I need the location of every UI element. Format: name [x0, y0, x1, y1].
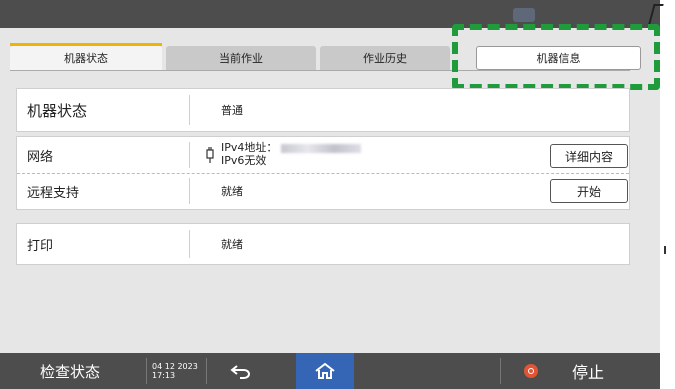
tab-current-jobs[interactable]: 当前作业 — [166, 46, 316, 70]
row-divider — [189, 95, 190, 125]
network-plug-icon — [206, 147, 214, 163]
date-text: 04 12 2023 — [152, 362, 198, 371]
stop-label: 停止 — [572, 363, 605, 382]
ipv6-label: IPv6无效 — [221, 154, 267, 167]
row-divider — [189, 230, 190, 258]
stop-icon[interactable] — [524, 364, 538, 378]
print-row: 打印 就绪 — [17, 224, 629, 264]
tab-label: 机器状态 — [64, 52, 108, 65]
back-button[interactable] — [230, 353, 252, 389]
stop-button[interactable]: 停止 — [572, 353, 604, 389]
bottom-separator — [500, 358, 501, 384]
row-divider — [189, 142, 190, 168]
start-button[interactable]: 开始 — [550, 179, 628, 203]
tab-label: 作业历史 — [363, 52, 407, 65]
datetime: 04 12 2023 17:13 — [152, 353, 198, 389]
network-card: 网络 IPv4地址： IPv6无效 详细内容 远程支持 就绪 开始 — [16, 136, 630, 210]
network-row: 网络 IPv4地址： IPv6无效 详细内容 — [17, 137, 629, 173]
bottom-separator — [206, 358, 207, 384]
row-divider — [189, 178, 190, 204]
remote-support-label: 远程支持 — [27, 185, 80, 201]
home-icon — [315, 362, 335, 379]
ipv4-label: IPv4地址： — [221, 141, 278, 154]
tab-label: 当前作业 — [219, 52, 263, 65]
time-text: 17:13 — [152, 371, 176, 380]
network-label: 网络 — [27, 149, 54, 165]
machine-status-value: 普通 — [221, 104, 243, 117]
active-tab-indicator — [10, 43, 162, 46]
machine-status-label: 机器状态 — [27, 101, 88, 120]
details-button[interactable]: 详细内容 — [550, 144, 628, 168]
tab-machine-status[interactable]: 机器状态 — [10, 43, 162, 70]
bottom-separator — [146, 358, 147, 384]
home-button[interactable] — [296, 353, 354, 389]
print-card: 打印 就绪 — [16, 223, 630, 265]
print-label: 打印 — [27, 238, 54, 254]
highlight-frame — [452, 24, 660, 90]
machine-status-row: 机器状态 普通 — [17, 89, 629, 131]
notification-icon[interactable] — [513, 8, 535, 22]
check-status-label: 检查状态 — [40, 362, 101, 381]
tab-job-history[interactable]: 作业历史 — [320, 46, 450, 70]
back-arrow-icon — [230, 365, 250, 379]
print-value: 就绪 — [221, 238, 243, 251]
network-info: IPv4地址： IPv6无效 — [221, 141, 362, 167]
check-status-button[interactable]: 检查状态 — [40, 353, 100, 389]
scroll-mark — [664, 246, 666, 254]
machine-status-card: 机器状态 普通 — [16, 88, 630, 132]
ipv4-value-redacted — [281, 143, 362, 153]
remote-support-row: 远程支持 就绪 开始 — [17, 173, 629, 209]
remote-support-value: 就绪 — [221, 185, 243, 198]
